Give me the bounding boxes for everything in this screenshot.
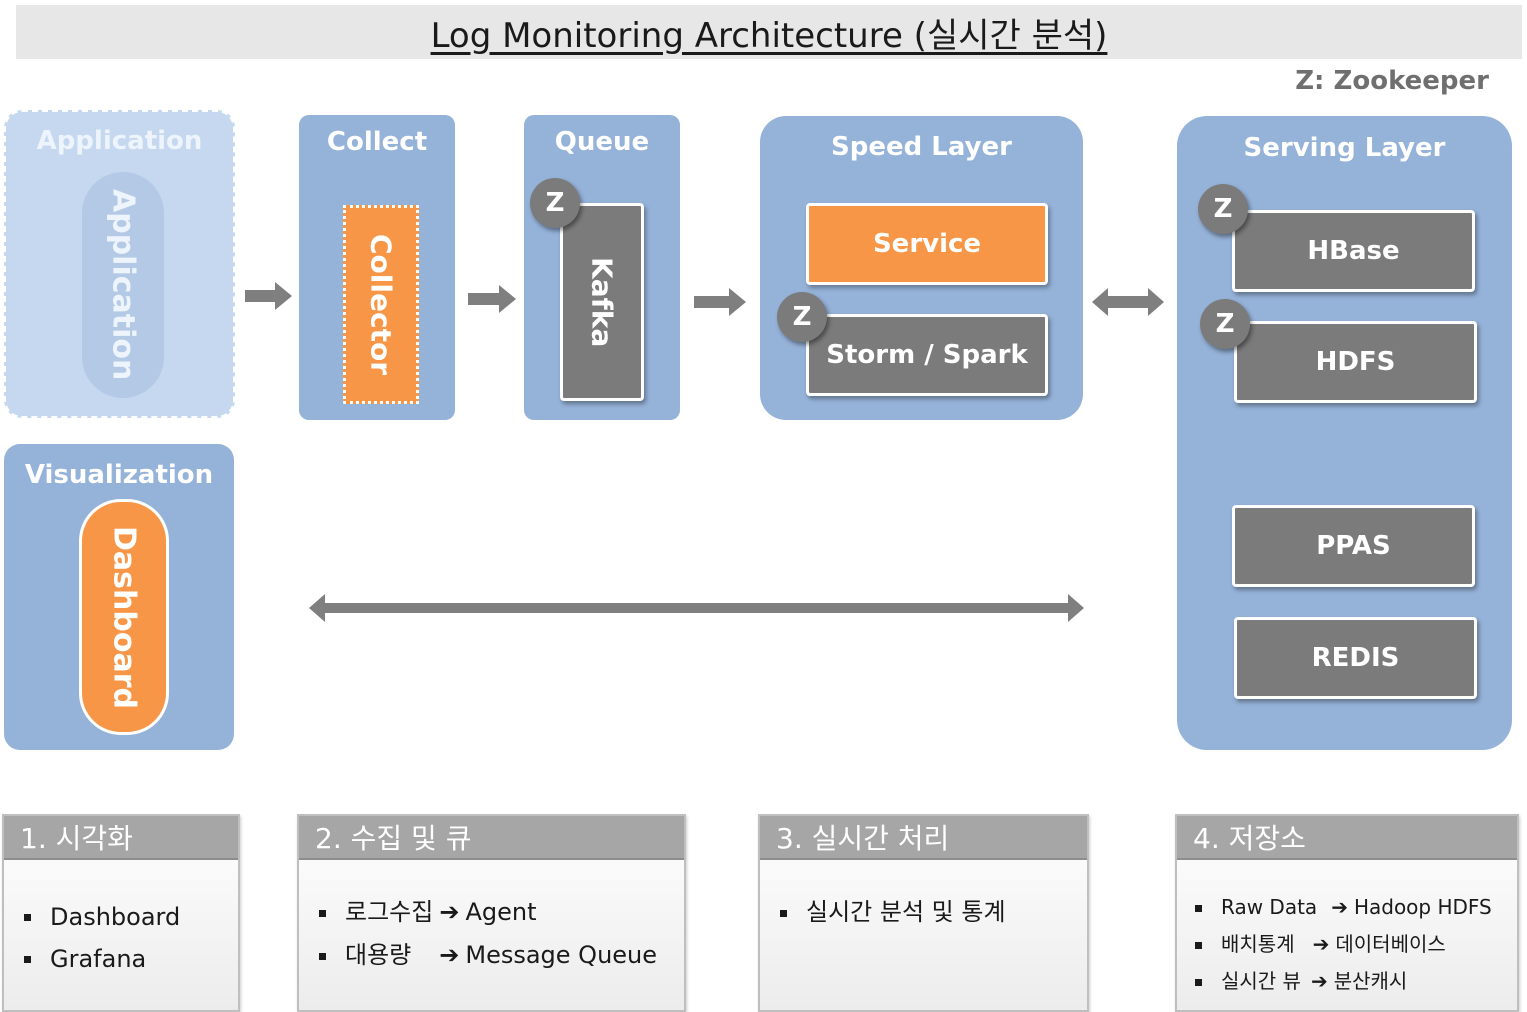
card-storage-title: 4. 저장소 <box>1177 816 1517 860</box>
arrow-icon: ➔ <box>1310 969 1328 993</box>
arrow-queue-to-speed <box>694 288 746 316</box>
card-collect-queue: 2. 수집 및 큐 로그수집 ➔ Agent 대용량 ➔ Message Queue <box>297 814 686 1012</box>
list-item: 실시간 뷰 ➔ 분산캐시 <box>1187 963 1492 1000</box>
list-item: 대용량 ➔ Message Queue <box>311 934 657 977</box>
card-collect-queue-title: 2. 수집 및 큐 <box>299 816 684 860</box>
arrow-visualization-serving <box>309 594 1084 622</box>
card-realtime-title: 3. 실시간 처리 <box>760 816 1087 860</box>
card-visualization-title: 1. 시각화 <box>4 816 238 860</box>
list-item: 로그수집 ➔ Agent <box>311 891 657 934</box>
card-realtime: 3. 실시간 처리 실시간 분석 및 통계 <box>758 814 1089 1012</box>
arrow-icon: ➔ <box>1312 932 1330 956</box>
card-visualization: 1. 시각화 Dashboard Grafana <box>2 814 240 1012</box>
arrow-speed-serving <box>1092 288 1164 316</box>
arrow-icon: ➔ <box>1331 895 1348 919</box>
list-item: 배치통계 ➔ 데이터베이스 <box>1187 926 1492 963</box>
list-item: Raw Data ➔ Hadoop HDFS <box>1187 889 1492 926</box>
list-item: Dashboard <box>16 896 180 938</box>
card-storage: 4. 저장소 Raw Data ➔ Hadoop HDFS 배치통계 ➔ 데이터베이스 … <box>1175 814 1519 1012</box>
arrow-icon: ➔ <box>439 941 460 969</box>
list-item: Grafana <box>16 938 180 980</box>
arrow-icon: ➔ <box>439 898 460 926</box>
arrow-collect-to-queue <box>468 285 516 313</box>
list-item: 실시간 분석 및 통계 <box>772 891 1006 934</box>
arrow-app-to-collect <box>245 282 292 310</box>
